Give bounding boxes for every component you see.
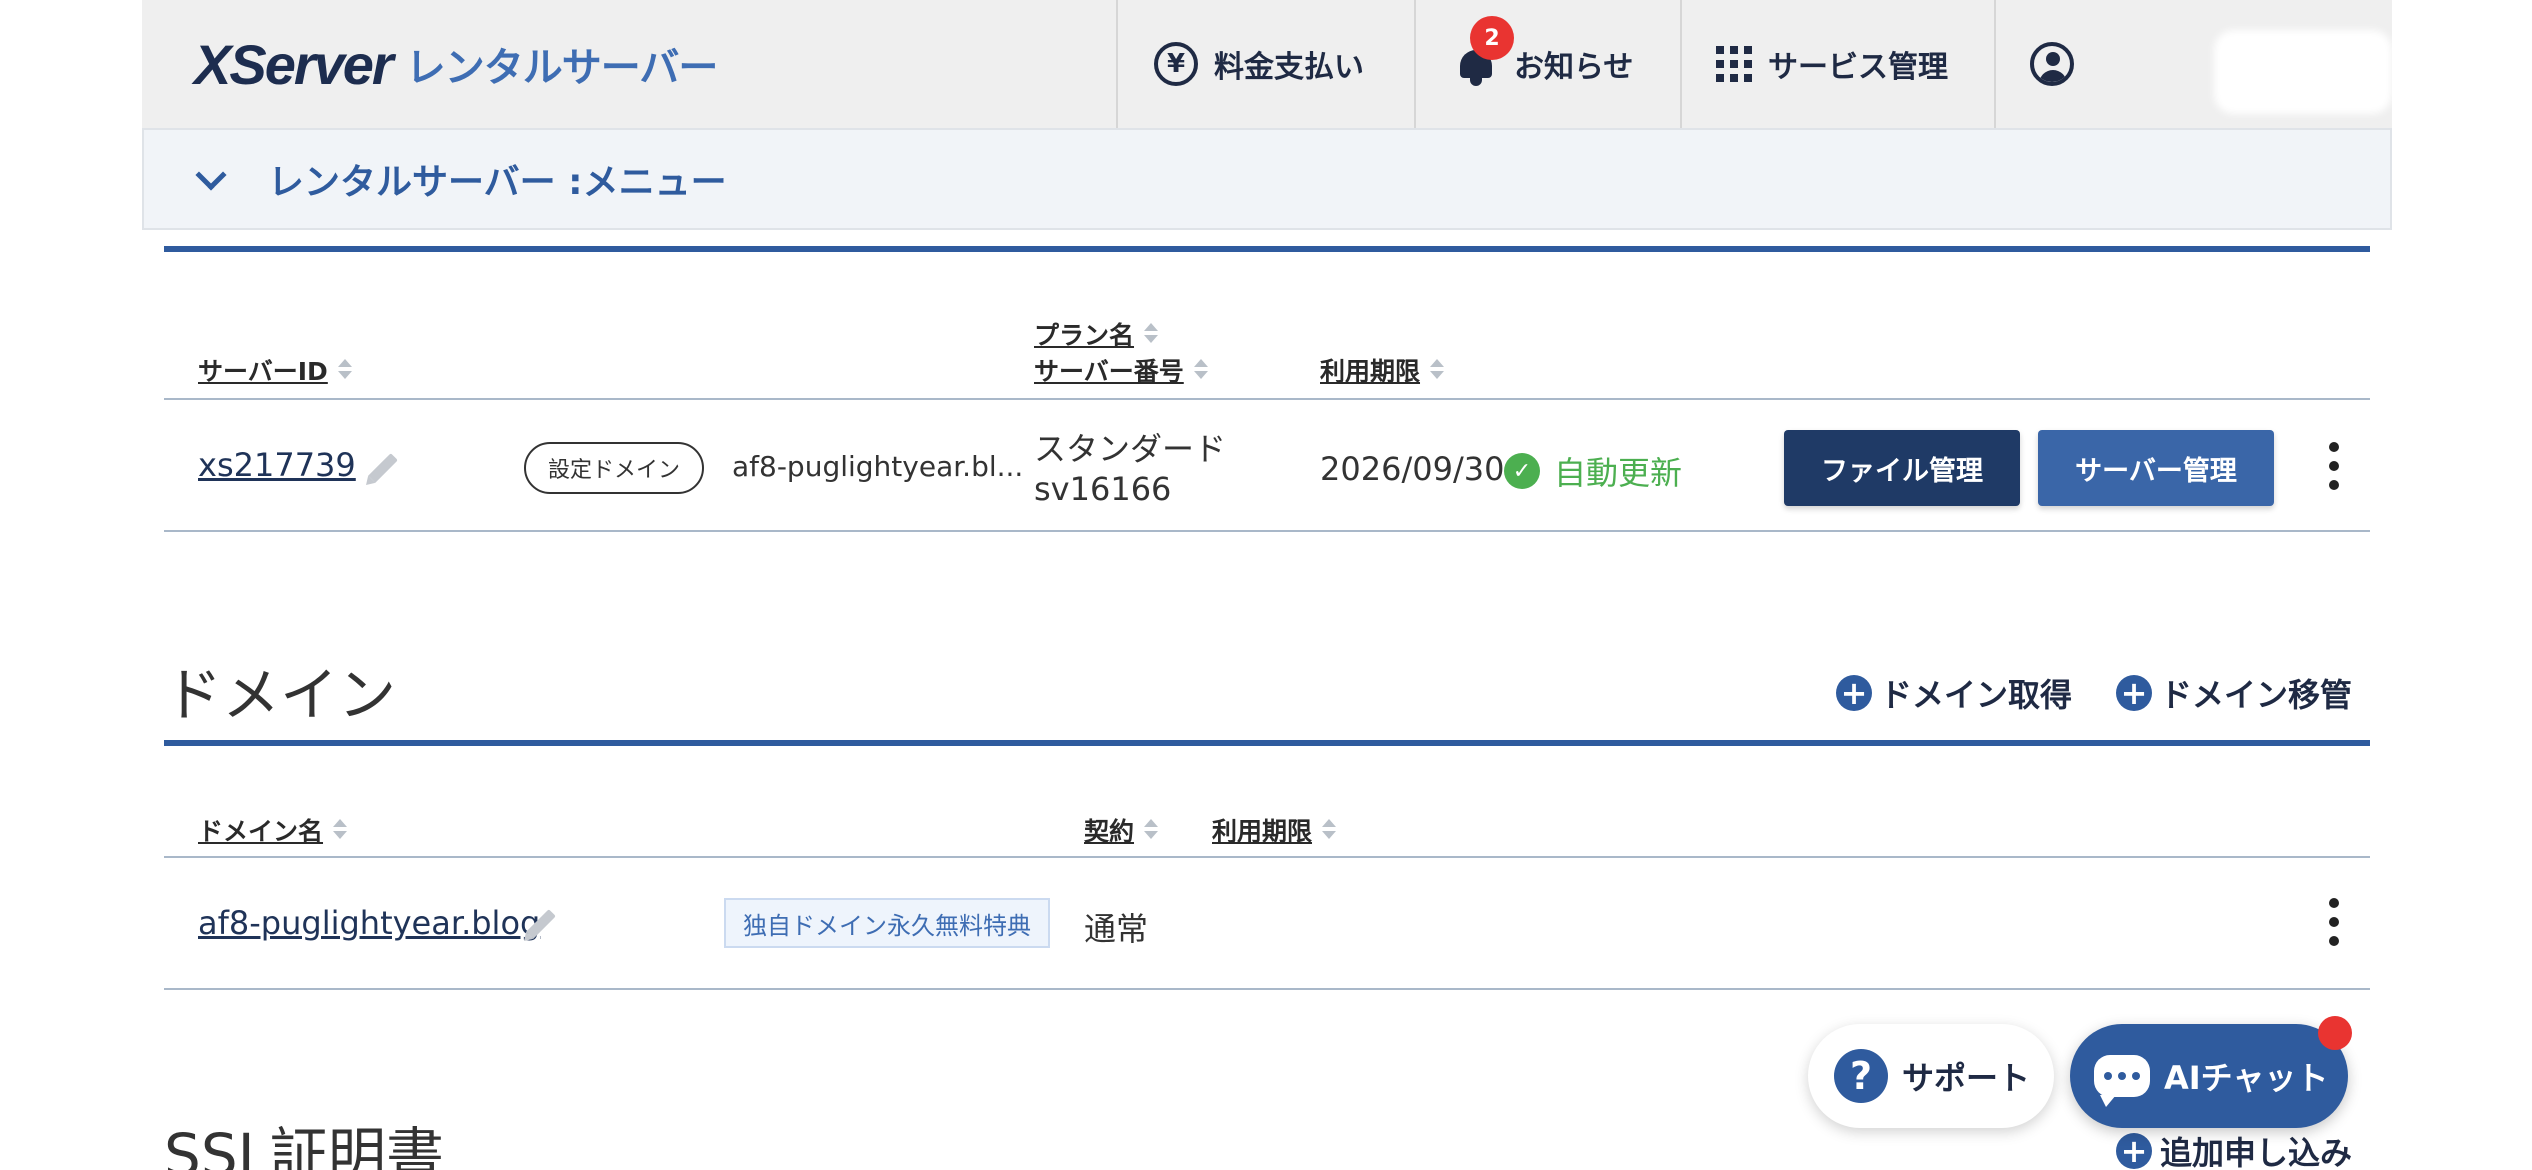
ssl-section-title: SSL証明書 [164, 1121, 444, 1170]
th-domain-name[interactable]: ドメイン名 [198, 812, 348, 848]
grid-icon [1716, 46, 1752, 82]
chat-bubble-icon [2094, 1055, 2150, 1107]
pencil-icon[interactable] [368, 453, 398, 483]
section-divider [164, 740, 2370, 746]
th-domain-expiry-label: 利用期限 [1212, 817, 1313, 846]
file-manager-button[interactable]: ファイル管理 [1784, 430, 2020, 506]
domain-transfer-label: ドメイン移管 [2160, 676, 2353, 714]
th-plan-name-label: プラン名 [1034, 321, 1135, 350]
plus-circle-icon: + [2116, 675, 2152, 711]
server-id-link[interactable]: xs217739 [198, 446, 356, 484]
support-label: サポート [1902, 1059, 2031, 1097]
logo-main: XServer [194, 32, 394, 96]
ai-chat-button[interactable]: AIチャット [2070, 1024, 2348, 1128]
server-domain: af8-puglightyear.bl... [732, 450, 1024, 483]
check-circle-icon: ✓ [1504, 453, 1540, 489]
server-manager-button[interactable]: サーバー管理 [2038, 430, 2274, 506]
sort-icon [337, 359, 352, 381]
domain-contract: 通常 [1084, 910, 1149, 948]
auto-renew-status: ✓ 自動更新 [1504, 448, 1682, 494]
free-domain-tag: 独自ドメイン永久無料特典 [724, 898, 1050, 948]
question-icon: ? [1834, 1049, 1888, 1103]
more-vertical-icon[interactable] [2328, 898, 2340, 946]
domain-section-title: ドメイン [164, 661, 397, 729]
th-expiry[interactable]: 利用期限 [1320, 352, 1445, 388]
xserver-logo[interactable]: XServer レンタルサーバー [194, 32, 719, 96]
support-button[interactable]: ? サポート [1808, 1024, 2054, 1128]
rental-server-menu-toggle[interactable]: レンタルサーバー :メニュー [142, 128, 2392, 230]
plus-circle-icon: + [2116, 1133, 2152, 1169]
section-divider [164, 246, 2370, 252]
more-vertical-icon[interactable] [2328, 442, 2340, 490]
table-divider [164, 988, 2370, 990]
th-contract[interactable]: 契約 [1084, 812, 1159, 848]
domain-acquire-label: ドメイン取得 [1880, 676, 2073, 714]
plan-name: スタンダード [1034, 430, 1227, 468]
table-divider [164, 398, 2370, 400]
auto-renew-label: 自動更新 [1554, 454, 1683, 492]
nav-news-label: お知らせ [1514, 50, 1634, 85]
ai-chat-label: AIチャット [2164, 1059, 2329, 1097]
sort-icon [333, 819, 348, 841]
domain-name-link[interactable]: af8-puglightyear.blog [198, 904, 540, 942]
top-header: XServer レンタルサーバー ¥ 料金支払い 2 お知らせ サービス管理 [142, 0, 2392, 128]
domain-setting-pill: 設定ドメイン [524, 442, 704, 494]
table-divider [164, 530, 2370, 532]
sort-icon [1322, 819, 1337, 841]
yen-icon: ¥ [1154, 42, 1198, 86]
th-domain-expiry[interactable]: 利用期限 [1212, 812, 1337, 848]
plus-circle-icon: + [1836, 675, 1872, 711]
th-domain-name-label: ドメイン名 [198, 817, 324, 846]
th-server-number-label: サーバー番号 [1034, 357, 1184, 386]
nav-news[interactable]: 2 お知らせ [1414, 0, 1680, 128]
nav-payment-label: 料金支払い [1214, 50, 1364, 85]
nav-payment[interactable]: ¥ 料金支払い [1116, 0, 1414, 128]
ssl-add-link[interactable]: + 追加申し込み [2116, 1128, 2352, 1170]
bell-icon: 2 [1454, 16, 1514, 86]
sort-icon [1144, 819, 1159, 841]
sort-icon [1430, 359, 1445, 381]
th-plan-name[interactable]: プラン名 [1034, 316, 1159, 352]
th-server-id-label: サーバーID [198, 357, 328, 386]
nav-service-label: サービス管理 [1768, 50, 1948, 85]
server-number: sv16166 [1034, 470, 1172, 508]
notification-badge: 2 [1470, 16, 1514, 60]
domain-transfer-link[interactable]: + ドメイン移管 [2116, 670, 2352, 716]
menu-title: レンタルサーバー :メニュー [268, 162, 727, 203]
th-expiry-label: 利用期限 [1320, 357, 1421, 386]
redacted-username [2214, 30, 2392, 114]
server-expiry: 2026/09/30 [1320, 450, 1505, 488]
th-contract-label: 契約 [1084, 817, 1135, 846]
th-server-number[interactable]: サーバー番号 [1034, 352, 1208, 388]
ssl-add-label: 追加申し込み [2160, 1134, 2353, 1170]
user-icon [2030, 42, 2074, 86]
chevron-down-icon [195, 159, 227, 191]
th-server-id[interactable]: サーバーID [198, 352, 352, 388]
sort-icon [1193, 359, 1208, 381]
sort-icon [1144, 323, 1159, 345]
logo-sub: レンタルサーバー [405, 45, 719, 91]
chat-notification-dot [2318, 1016, 2352, 1050]
table-divider [164, 856, 2370, 858]
nav-service[interactable]: サービス管理 [1680, 0, 1994, 128]
domain-acquire-link[interactable]: + ドメイン取得 [1836, 670, 2072, 716]
